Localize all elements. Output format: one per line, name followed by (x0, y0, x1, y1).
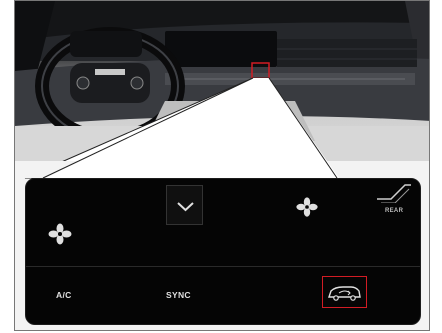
climate-control-panel: REAR A/C SYNC (25, 178, 421, 325)
sync-button[interactable]: SYNC (166, 290, 191, 300)
rear-label: REAR (385, 208, 404, 214)
panel-divider (26, 266, 420, 267)
fan-icon[interactable] (296, 197, 318, 217)
figure-frame: REAR A/C SYNC (14, 0, 430, 331)
dashboard-photo (15, 1, 429, 161)
dashboard-illustration (15, 1, 429, 161)
rear-seat-icon (377, 184, 411, 204)
down-button[interactable] (166, 185, 203, 225)
fan-icon[interactable] (48, 223, 72, 245)
rear-button[interactable]: REAR (371, 179, 419, 219)
car-recirculation-icon (328, 286, 361, 301)
chevron-down-icon (177, 202, 194, 212)
ac-button[interactable]: A/C (56, 290, 72, 300)
recirculation-button[interactable] (322, 276, 367, 308)
